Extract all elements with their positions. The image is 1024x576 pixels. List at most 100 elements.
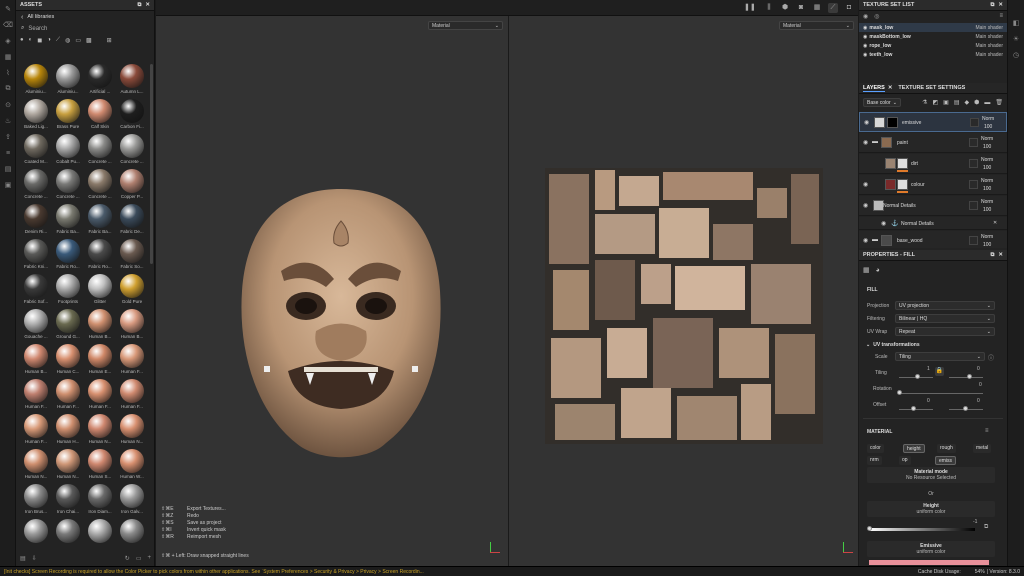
display-settings-icon[interactable]: ☀: [1011, 34, 1021, 44]
asset-thumbnail[interactable]: Human F...: [84, 379, 114, 414]
paint-layer-icon[interactable]: ◆: [965, 99, 970, 106]
viewport-2d[interactable]: Material ⌄: [509, 16, 858, 566]
asset-thumbnail[interactable]: Fabric Sof...: [20, 274, 50, 309]
asset-thumbnail[interactable]: Denim Ri...: [20, 204, 50, 239]
asset-thumbnail[interactable]: Concrete ...: [52, 169, 82, 204]
asset-thumbnail[interactable]: Human E...: [84, 344, 114, 379]
asset-thumbnail[interactable]: Human N...: [116, 414, 146, 449]
pause-icon[interactable]: ❚❚: [744, 3, 756, 13]
assets-scrollbar[interactable]: [150, 64, 153, 264]
layer-blend-mode[interactable]: Norm: [981, 157, 993, 163]
channel-toggle-nrm[interactable]: nrm: [867, 456, 882, 465]
eye-icon[interactable]: ◉: [863, 34, 867, 40]
asset-thumbnail[interactable]: [116, 519, 146, 554]
fill-properties-icon[interactable]: ▦: [863, 266, 870, 274]
layer-row[interactable]: ◉ emissive Norm 100: [859, 112, 1007, 132]
asset-thumbnail[interactable]: Baked Lig...: [20, 99, 50, 134]
tiling-slider-knob[interactable]: [915, 374, 920, 379]
tiling-y-slider-track[interactable]: [949, 377, 983, 378]
asset-thumbnail[interactable]: Iron Galv...: [116, 484, 146, 519]
asset-thumbnail[interactable]: Carbon Fi...: [116, 99, 146, 134]
texture-set-row[interactable]: ◉ mask_low Main shader: [859, 23, 1007, 32]
screenshot-icon[interactable]: ◘: [844, 3, 854, 13]
folder-icon[interactable]: ▬: [872, 237, 878, 243]
projection-icon[interactable]: ◈: [3, 36, 13, 46]
asset-thumbnail[interactable]: Human N...: [84, 414, 114, 449]
asset-thumbnail[interactable]: Human H...: [52, 414, 82, 449]
asset-thumbnail[interactable]: Concrete ...: [116, 134, 146, 169]
asset-thumbnail[interactable]: Human S...: [84, 449, 114, 484]
environment-filter-icon[interactable]: ▩: [86, 37, 92, 44]
layer-row[interactable]: ◉ ▬ paint Norm 100: [859, 133, 1007, 153]
layer-blend-swatch[interactable]: [970, 118, 979, 127]
asset-thumbnail[interactable]: [52, 519, 82, 554]
folder-icon[interactable]: ▭: [136, 555, 142, 562]
fill-layer-icon[interactable]: ▤: [954, 99, 960, 106]
offset-y-slider-knob[interactable]: [963, 406, 968, 411]
material-properties-icon[interactable]: ◕: [876, 267, 880, 274]
tab-texture-set-settings[interactable]: TEXTURE SET SETTINGS: [898, 85, 965, 91]
asset-thumbnail[interactable]: Human N...: [20, 449, 50, 484]
asset-thumbnail[interactable]: Human F...: [116, 379, 146, 414]
layer-opacity[interactable]: 100: [983, 186, 991, 192]
layer-opacity[interactable]: 100: [983, 165, 991, 171]
tiling-y-slider-knob[interactable]: [967, 374, 972, 379]
eye-icon[interactable]: ◉: [863, 202, 868, 209]
asset-thumbnail[interactable]: Human F...: [20, 414, 50, 449]
particle-filter-icon[interactable]: ◍: [65, 37, 70, 44]
asset-thumbnail[interactable]: Iron Diam...: [84, 484, 114, 519]
add-layer-icon[interactable]: ▣: [943, 99, 949, 106]
smart-filter-icon[interactable]: ◑: [47, 37, 51, 43]
paint-brush-icon[interactable]: ✎: [3, 4, 13, 14]
asset-thumbnail[interactable]: Fabric Ro...: [84, 239, 114, 274]
channel-toggle-height[interactable]: height: [903, 444, 925, 453]
asset-thumbnail[interactable]: Human W...: [116, 449, 146, 484]
smudge-icon[interactable]: ⌇: [3, 68, 13, 78]
undock-icon[interactable]: ⧉: [137, 2, 141, 9]
height-box[interactable]: Height uniform color: [867, 501, 995, 517]
export-icon[interactable]: ⇪: [3, 132, 13, 142]
asset-thumbnail[interactable]: [84, 519, 114, 554]
viewport-2d-mode-dropdown[interactable]: Material ⌄: [779, 21, 854, 30]
layers-icon[interactable]: ≡: [3, 148, 13, 158]
asset-thumbnail[interactable]: Fabric Ro...: [52, 239, 82, 274]
breadcrumb[interactable]: ‹ All libraries: [16, 11, 154, 23]
eye-icon[interactable]: ◉: [863, 139, 868, 146]
asset-thumbnail[interactable]: Artificial ...: [84, 64, 114, 99]
asset-thumbnail[interactable]: Fabric De...: [116, 204, 146, 239]
lock-icon[interactable]: 🔒: [935, 367, 944, 376]
channel-dropdown[interactable]: Base color ⌄: [863, 98, 901, 107]
library-icon[interactable]: ▣: [3, 180, 13, 190]
asset-thumbnail[interactable]: Iron Chai...: [52, 484, 82, 519]
layer-blend-mode[interactable]: Norm: [982, 116, 994, 122]
uv-texture-map[interactable]: [545, 168, 823, 444]
camera-icon[interactable]: ◙: [796, 3, 806, 13]
asset-thumbnail[interactable]: Iron Brus...: [20, 484, 50, 519]
asset-thumbnail[interactable]: Gouache ...: [20, 309, 50, 344]
asset-thumbnail[interactable]: Fabric Ba...: [84, 204, 114, 239]
layer-blend-swatch[interactable]: [969, 236, 978, 245]
asset-thumbnail[interactable]: Fabric So...: [116, 239, 146, 274]
eye-icon[interactable]: ◉: [881, 220, 886, 227]
asset-thumbnail[interactable]: Autumn L...: [116, 64, 146, 99]
rotation-slider-knob[interactable]: [897, 390, 902, 395]
history-icon[interactable]: ◷: [1011, 50, 1021, 60]
filtering-dropdown[interactable]: Bilinear | HQ ⌄: [895, 314, 995, 323]
layer-blend-swatch[interactable]: [969, 201, 978, 210]
layer-blend-mode[interactable]: Norm: [981, 136, 993, 142]
mask-icon[interactable]: ◩: [932, 99, 938, 106]
layer-opacity[interactable]: 100: [983, 242, 991, 248]
height-gradient-slider[interactable]: [869, 528, 975, 531]
layer-row[interactable]: ◉ Normal Details Norm 100: [859, 196, 1007, 216]
clone-icon[interactable]: ⧉: [3, 84, 13, 94]
eye-outline-icon[interactable]: ◎: [874, 13, 879, 20]
asset-thumbnail[interactable]: Human F...: [116, 344, 146, 379]
layer-blend-swatch[interactable]: [969, 159, 978, 168]
folder-icon[interactable]: ▬: [872, 139, 878, 145]
asset-thumbnail[interactable]: Human B...: [20, 344, 50, 379]
tab-layers[interactable]: LAYERS: [863, 85, 885, 92]
layer-opacity[interactable]: 100: [983, 207, 991, 213]
eye-icon[interactable]: ◉: [863, 43, 867, 49]
emissive-color-swatch[interactable]: [869, 560, 989, 565]
asset-thumbnail[interactable]: Brass Pure: [52, 99, 82, 134]
